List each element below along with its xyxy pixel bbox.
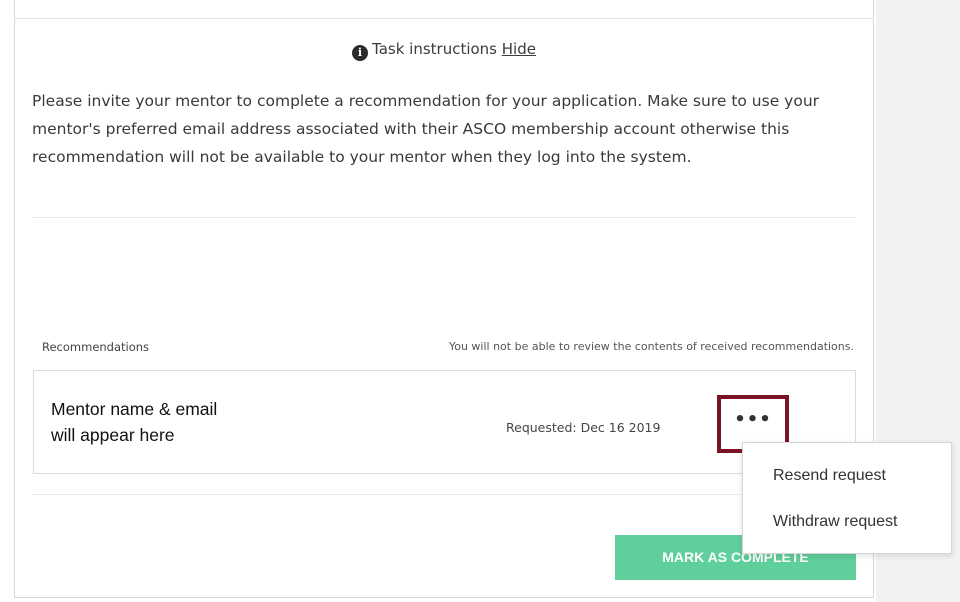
section-divider — [32, 217, 856, 218]
mentor-placeholder-line1: Mentor name & email — [51, 399, 218, 419]
instructions-text: Please invite your mentor to complete a … — [32, 92, 820, 166]
recommendations-label: Recommendations — [42, 340, 150, 354]
footer-divider — [32, 494, 856, 495]
mentor-placeholder-line2: will appear here — [51, 425, 175, 445]
top-divider — [14, 18, 874, 19]
hide-instructions-link[interactable]: Hide — [502, 40, 536, 58]
task-instructions-title: Task instructions — [372, 40, 497, 58]
mentor-placeholder: Mentor name & email will appear here — [51, 396, 217, 448]
resend-request-menu-item[interactable]: Resend request — [773, 467, 886, 485]
more-icon: ••• — [734, 409, 772, 430]
requested-date: Requested: Dec 16 2019 — [506, 420, 661, 435]
options-dropdown-menu: Resend request Withdraw request — [742, 442, 952, 554]
task-instructions-header: i Task instructions Hide — [0, 40, 888, 61]
withdraw-request-menu-item[interactable]: Withdraw request — [773, 513, 898, 531]
recommendations-note: You will not be able to review the conte… — [448, 340, 854, 353]
info-icon: i — [352, 45, 369, 61]
